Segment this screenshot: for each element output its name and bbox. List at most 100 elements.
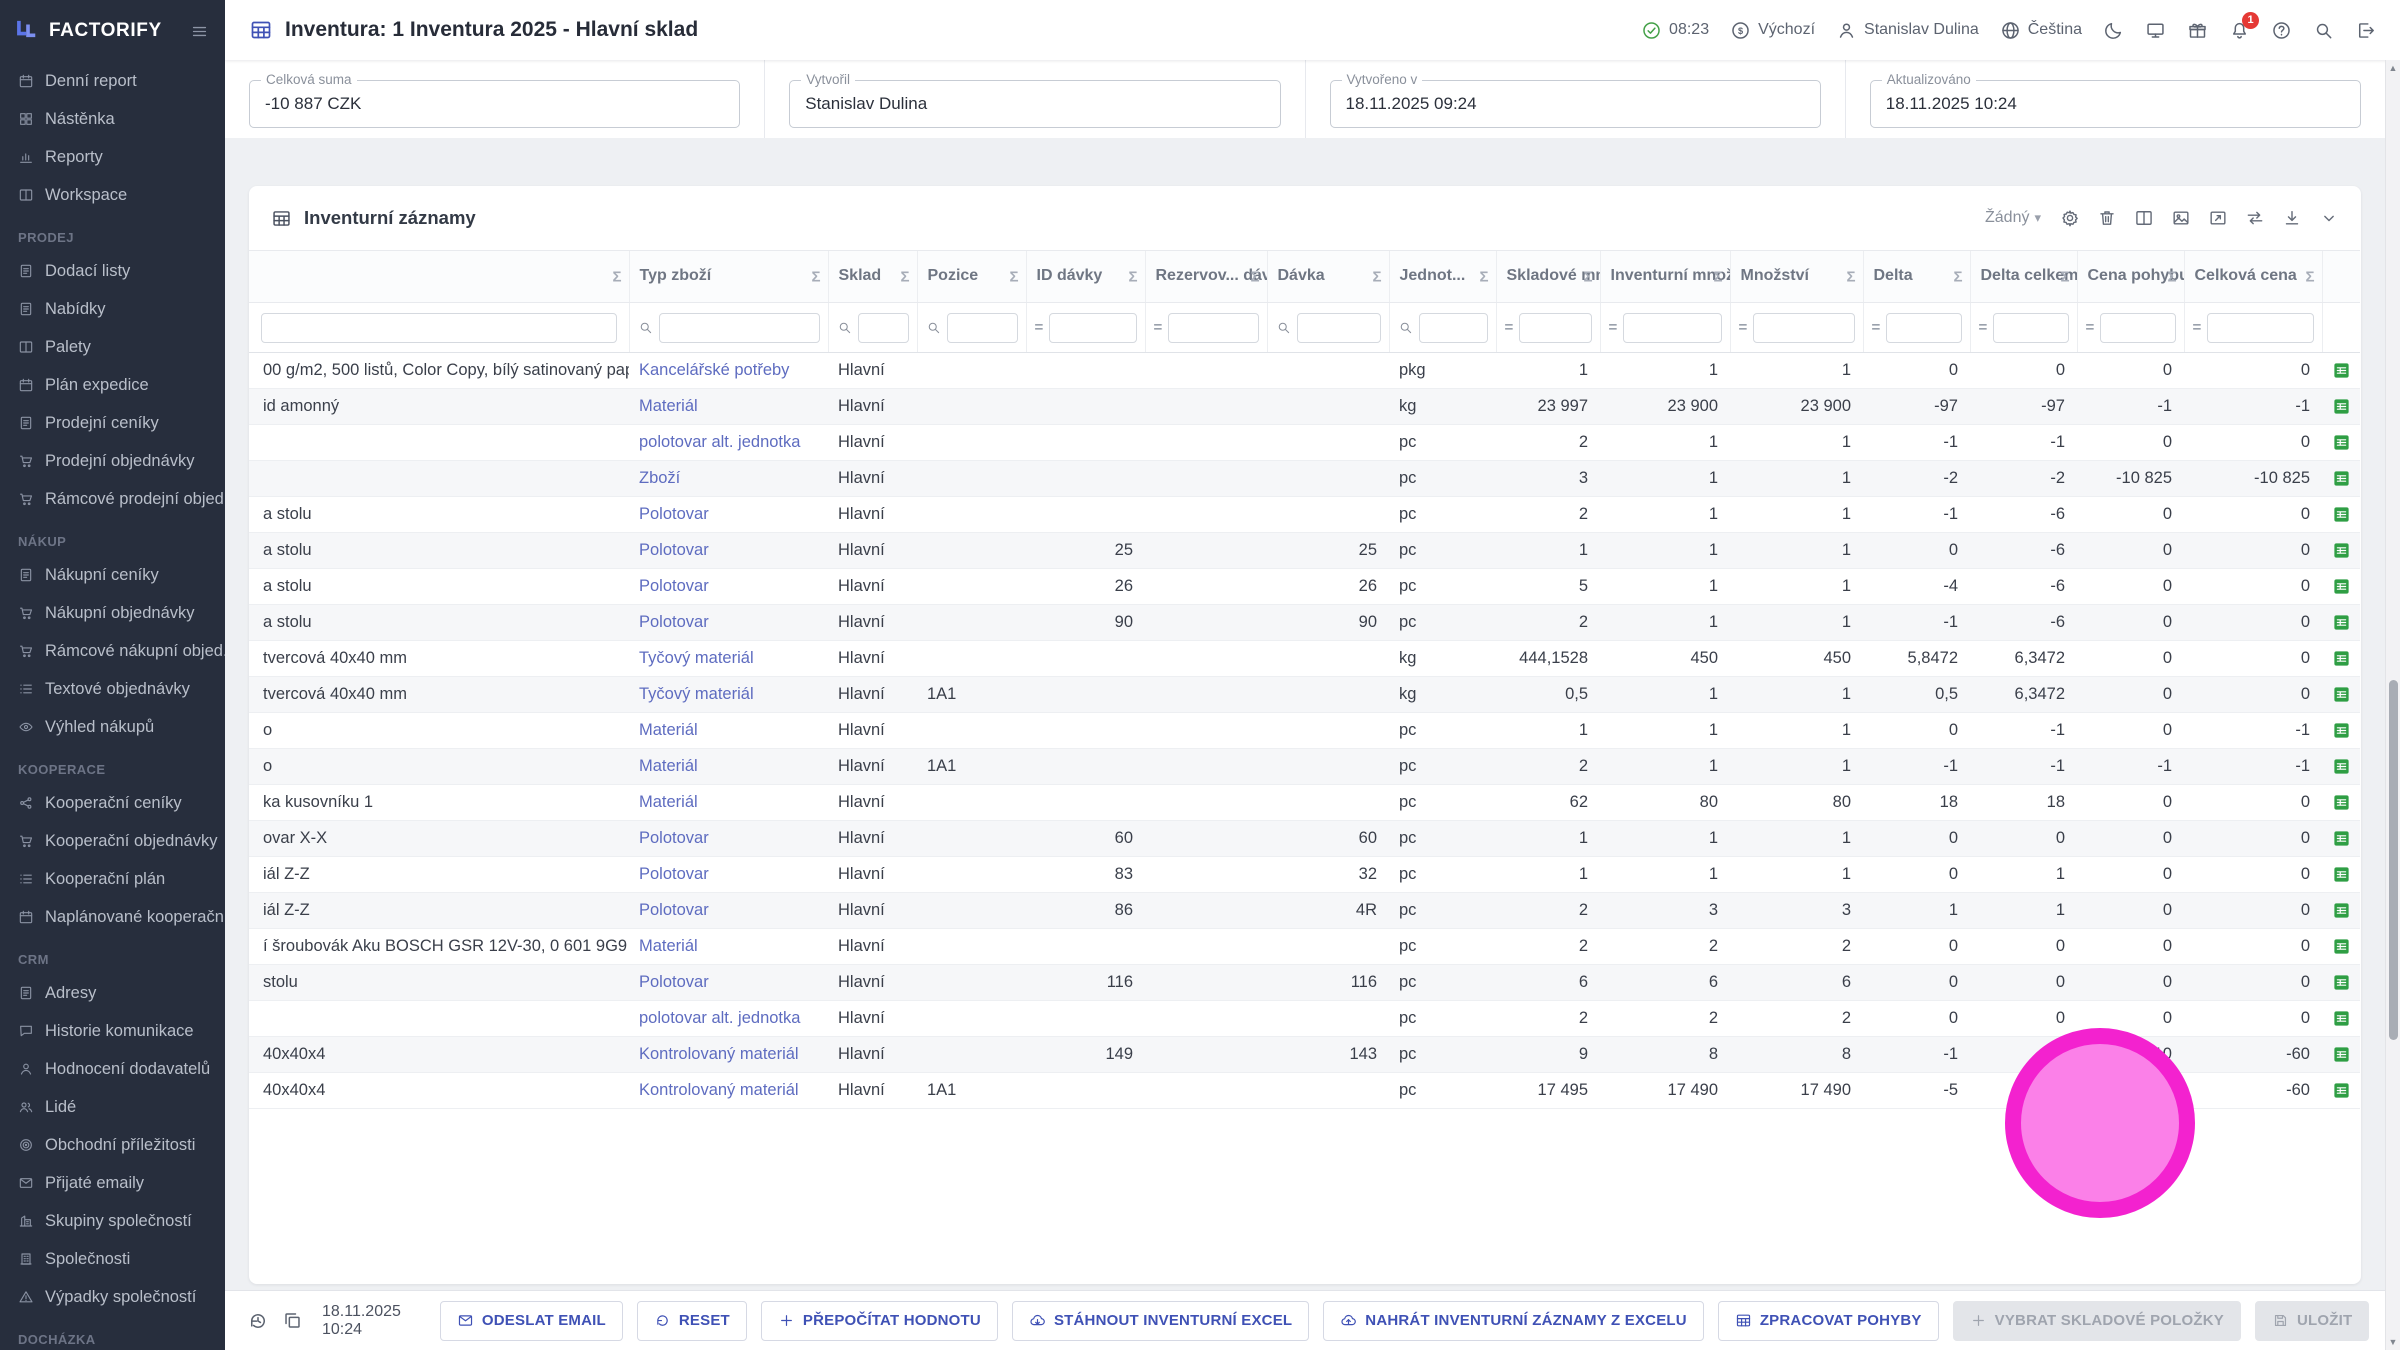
sidebar-item-ramcove-nakupni-objed[interactable]: Rámcové nákupní objed...: [0, 632, 225, 670]
sum-icon[interactable]: Σ: [2060, 268, 2069, 285]
table-row[interactable]: id amonnýMateriálHlavníkg23 99723 90023 …: [249, 389, 2360, 425]
open-external-button[interactable]: [2208, 208, 2228, 228]
filter-name[interactable]: [261, 313, 617, 343]
cell-actions[interactable]: [2322, 713, 2360, 749]
table-row[interactable]: ZbožíHlavnípc311-2-2-10 825-10 825: [249, 461, 2360, 497]
table-row[interactable]: polotovar alt. jednotkaHlavnípc2220000: [249, 1001, 2360, 1037]
filter-delta-celkem[interactable]: [1993, 313, 2068, 343]
table-row[interactable]: oMateriálHlavní1A1pc211-1-1-1-1: [249, 749, 2360, 785]
sidebar-item-dodaci-listy[interactable]: Dodací listy: [0, 252, 225, 290]
cell-typ_zbozi[interactable]: Polotovar: [629, 857, 828, 893]
current-user[interactable]: Stanislav Dulina: [1836, 20, 1979, 41]
logout[interactable]: [2355, 20, 2376, 41]
sync-status[interactable]: 08:23: [1641, 20, 1709, 41]
column-header-typ-zbozi[interactable]: Typ zbožíΣ: [629, 251, 828, 303]
group-by-select[interactable]: Žádný ▾: [1985, 209, 2041, 227]
whats-new[interactable]: [2187, 20, 2208, 41]
filter-jednot[interactable]: [1419, 313, 1488, 343]
sidebar-item-naplanovane-kooperacn[interactable]: Naplánované kooperačn...: [0, 898, 225, 936]
table-row[interactable]: iál Z-ZPolotovarHlavní864Rpc2331100: [249, 893, 2360, 929]
reset-button[interactable]: RESET: [637, 1301, 747, 1341]
sum-icon[interactable]: Σ: [2305, 268, 2314, 285]
column-header-rezervov-davkou[interactable]: Rezervov... dávkouΣ: [1145, 251, 1267, 303]
cell-actions[interactable]: [2322, 821, 2360, 857]
filter-skladove-mnozstvi[interactable]: [1519, 313, 1591, 343]
table-row[interactable]: tvercová 40x40 mmTyčový materiálHlavníkg…: [249, 641, 2360, 677]
cell-typ_zbozi[interactable]: Kontrolovaný materiál: [629, 1073, 828, 1109]
sum-icon[interactable]: Σ: [1713, 268, 1722, 285]
sidebar-item-kooperacni-ceniky[interactable]: Kooperační ceníky: [0, 784, 225, 822]
column-header-delta[interactable]: DeltaΣ: [1863, 251, 1970, 303]
cell-typ_zbozi[interactable]: Zboží: [629, 461, 828, 497]
help[interactable]: [2271, 20, 2292, 41]
delete-button[interactable]: [2097, 208, 2117, 228]
cell-typ_zbozi[interactable]: Tyčový materiál: [629, 641, 828, 677]
column-header-davka[interactable]: DávkaΣ: [1267, 251, 1389, 303]
filter-id-davky[interactable]: [1049, 313, 1136, 343]
sidebar-item-skupiny-spolecnosti[interactable]: Skupiny společností: [0, 1202, 225, 1240]
sidebar-item-spolecnosti[interactable]: Společnosti: [0, 1240, 225, 1278]
filter-mnozstvi[interactable]: [1753, 313, 1854, 343]
scroll-thumb[interactable]: [2389, 680, 2398, 1040]
table-row[interactable]: tvercová 40x40 mmTyčový materiálHlavní1A…: [249, 677, 2360, 713]
sum-icon[interactable]: Σ: [1953, 268, 1962, 285]
language-select[interactable]: Čeština: [2000, 20, 2082, 41]
cell-typ_zbozi[interactable]: Polotovar: [629, 605, 828, 641]
table-row[interactable]: a stoluPolotovarHlavní2626pc511-4-600: [249, 569, 2360, 605]
theme-toggle[interactable]: [2103, 20, 2124, 41]
filter-delta[interactable]: [1886, 313, 1961, 343]
recalculate-value-button[interactable]: PŘEPOČÍTAT HODNOTU: [761, 1301, 998, 1341]
sidebar-item-ramcove-prodejni-objed[interactable]: Rámcové prodejní objed...: [0, 480, 225, 518]
field-vytvoreno-v[interactable]: Vytvořeno v18.11.2025 09:24: [1330, 80, 1821, 128]
cell-typ_zbozi[interactable]: Materiál: [629, 713, 828, 749]
history-button[interactable]: [247, 1310, 269, 1332]
field-celkova-suma[interactable]: Celková suma-10 887 CZK: [249, 80, 740, 128]
sidebar-item-adresy[interactable]: Adresy: [0, 974, 225, 1012]
sidebar-item-prodejni-ceniky[interactable]: Prodejní ceníky: [0, 404, 225, 442]
sum-icon[interactable]: Σ: [1479, 268, 1488, 285]
cell-actions[interactable]: [2322, 641, 2360, 677]
cell-typ_zbozi[interactable]: polotovar alt. jednotka: [629, 425, 828, 461]
sidebar-item-kooperacni-objednavky[interactable]: Kooperační objednávky: [0, 822, 225, 860]
filter-inventurni-mnozstvi[interactable]: [1623, 313, 1721, 343]
table-row[interactable]: ka kusovníku 1MateriálHlavnípc6280801818…: [249, 785, 2360, 821]
table-row[interactable]: ovar X-XPolotovarHlavní6060pc1110000: [249, 821, 2360, 857]
sum-icon[interactable]: Σ: [1583, 268, 1592, 285]
column-header-celkova-cena[interactable]: Celková cenaΣ: [2184, 251, 2322, 303]
sidebar-item-kooperacni-plan[interactable]: Kooperační plán: [0, 860, 225, 898]
sidebar-item-denni-report[interactable]: Denní report: [0, 62, 225, 100]
table-row[interactable]: a stoluPolotovarHlavní9090pc211-1-600: [249, 605, 2360, 641]
sum-icon[interactable]: Σ: [1128, 268, 1137, 285]
sidebar-item-hodnoceni-dodavatelu[interactable]: Hodnocení dodavatelů: [0, 1050, 225, 1088]
collapse-button[interactable]: [2319, 208, 2339, 228]
save-button[interactable]: ULOŽIT: [2255, 1301, 2369, 1341]
sum-icon[interactable]: Σ: [1250, 268, 1259, 285]
field-aktualizovano[interactable]: Aktualizováno18.11.2025 10:24: [1870, 80, 2361, 128]
sidebar-item-workspace[interactable]: Workspace: [0, 176, 225, 214]
cell-actions[interactable]: [2322, 785, 2360, 821]
search[interactable]: [2313, 20, 2334, 41]
cell-actions[interactable]: [2322, 857, 2360, 893]
export-image-button[interactable]: [2171, 208, 2191, 228]
cell-actions[interactable]: [2322, 461, 2360, 497]
filter-rezervov-davkou[interactable]: [1168, 313, 1258, 343]
sidebar-item-textove-objednavky[interactable]: Textové objednávky: [0, 670, 225, 708]
column-header-mnozstvi[interactable]: MnožstvíΣ: [1730, 251, 1863, 303]
table-row[interactable]: a stoluPolotovarHlavnípc211-1-600: [249, 497, 2360, 533]
cell-typ_zbozi[interactable]: Polotovar: [629, 533, 828, 569]
table-row[interactable]: í šroubovák Aku BOSCH GSR 12V-30, 0 601 …: [249, 929, 2360, 965]
notifications[interactable]: 1: [2229, 20, 2250, 41]
cell-actions[interactable]: [2322, 497, 2360, 533]
select-stock-items-button[interactable]: VYBRAT SKLADOVÉ POLOŽKY: [1953, 1301, 2241, 1341]
process-movements-button[interactable]: ZPRACOVAT POHYBY: [1718, 1301, 1939, 1341]
filter-cena-pohybu[interactable]: [2100, 313, 2175, 343]
sum-icon[interactable]: Σ: [811, 268, 820, 285]
filter-typ-zbozi[interactable]: [659, 313, 820, 343]
sidebar-item-prodejni-objednavky[interactable]: Prodejní objednávky: [0, 442, 225, 480]
sum-icon[interactable]: Σ: [1372, 268, 1381, 285]
download-inventory-excel-button[interactable]: STÁHNOUT INVENTURNÍ EXCEL: [1012, 1301, 1309, 1341]
columns-button[interactable]: [2134, 208, 2154, 228]
cell-actions[interactable]: [2322, 749, 2360, 785]
cell-typ_zbozi[interactable]: Materiál: [629, 929, 828, 965]
cell-actions[interactable]: [2322, 1073, 2360, 1109]
